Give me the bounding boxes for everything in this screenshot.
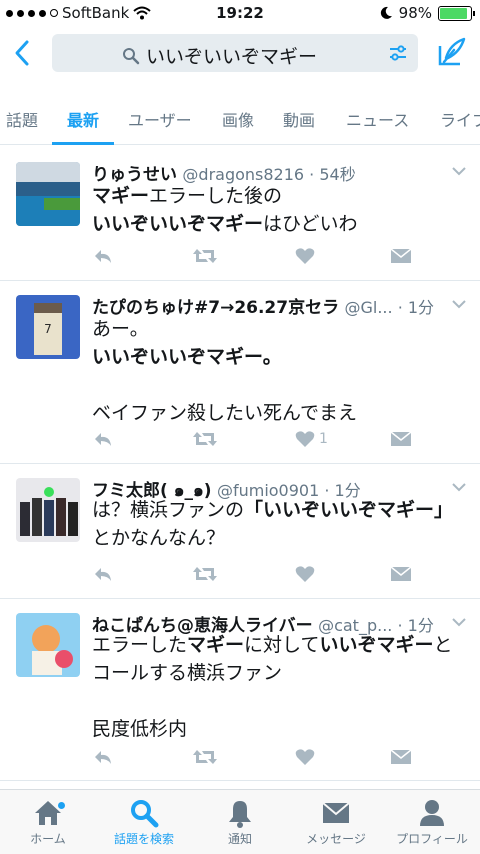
bell-icon (229, 801, 251, 828)
tab-videos[interactable]: 動画 (283, 107, 315, 131)
search-tabs: 話題 最新 ユーザー 画像 動画 ニュース ライブ (0, 96, 480, 145)
status-right: 98% (379, 4, 475, 22)
filter-icon[interactable] (388, 43, 408, 63)
nav-home[interactable]: ホーム (0, 794, 96, 847)
avatar[interactable]: 7 (16, 295, 80, 359)
tab-news[interactable]: ニュース (346, 107, 409, 131)
nav-notifications[interactable]: 通知 (192, 794, 288, 847)
battery-icon (438, 5, 475, 21)
direct-message-icon[interactable] (390, 562, 412, 586)
profile-icon (420, 800, 444, 826)
tweet[interactable]: 7 たぴのちゅけ#7→26.27京セラ @Gl... · 1分 あー。 いいぞい… (0, 281, 480, 464)
timestamp: 1分 (407, 298, 435, 317)
bottom-tab-bar: ホーム 話題を検索 通知 メッセージ プロフィール (0, 789, 480, 854)
reply-icon[interactable] (92, 745, 114, 769)
nav-explore[interactable]: 話題を検索 (96, 794, 192, 847)
tweet-text: エラーしたマギーに対していいぞマギーと コールする横浜ファン 民度低杉内 (92, 634, 453, 740)
compose-tweet-icon[interactable] (436, 36, 468, 68)
tweet-actions: 1 (92, 427, 422, 451)
chevron-down-icon[interactable] (452, 482, 466, 492)
retweet-icon[interactable] (192, 562, 218, 586)
tweet-text: マギーエラーした後の いいぞいいぞマギーはひどいわ (92, 185, 358, 235)
status-bar: SoftBank 19:22 98% (0, 0, 480, 28)
tab-top[interactable]: 話題 (6, 107, 38, 131)
like-icon[interactable] (295, 562, 319, 586)
tab-users[interactable]: ユーザー (128, 107, 192, 131)
chevron-down-icon[interactable] (452, 166, 466, 176)
tweet[interactable]: ねこぱんち@恵海人ライバー @cat_p... · 1分 エラーしたマギーに対し… (0, 599, 480, 781)
tweet-text: は？横浜ファンの「いいぞいいぞマギー」 とかなんなん？ (92, 499, 454, 549)
tab-photos[interactable]: 画像 (222, 107, 254, 131)
back-chevron-icon[interactable] (8, 36, 38, 70)
retweet-icon[interactable] (192, 427, 218, 451)
direct-message-icon[interactable] (390, 427, 412, 451)
search-icon (123, 47, 140, 64)
battery-percent: 98% (398, 4, 432, 22)
chevron-down-icon[interactable] (452, 299, 466, 309)
tweet-text: あー。 いいぞいいぞマギー。 ベイファン殺したい死んでまえ (92, 318, 358, 424)
nav-profile[interactable]: プロフィール (384, 794, 480, 847)
tab-latest[interactable]: 最新 (67, 107, 99, 131)
tweet[interactable]: フミ太郎( ๑_๑) @fumio0901 · 1分 は？横浜ファンの「いいぞい… (0, 464, 480, 599)
envelope-icon (322, 802, 350, 823)
retweet-icon[interactable] (192, 244, 218, 268)
avatar[interactable] (16, 613, 80, 677)
tweet-actions (92, 562, 422, 586)
search-icon (131, 800, 159, 828)
tweet[interactable]: りゅうせい @dragons8216 · 54秒 マギーエラーした後の いいぞい… (0, 146, 480, 281)
like-icon[interactable] (295, 745, 319, 769)
like-icon[interactable] (295, 244, 319, 268)
tab-live[interactable]: ライブ (440, 107, 480, 131)
search-query: いいぞいいぞマギー (146, 46, 318, 68)
like-count: 1 (319, 431, 328, 447)
moon-icon (380, 6, 392, 19)
svg-text:7: 7 (44, 322, 52, 336)
search-field[interactable]: いいぞいいぞマギー (52, 34, 418, 72)
retweet-icon[interactable] (192, 745, 218, 769)
avatar[interactable] (16, 478, 80, 542)
direct-message-icon[interactable] (390, 745, 412, 769)
nav-messages[interactable]: メッセージ (288, 794, 384, 847)
reply-icon[interactable] (92, 244, 114, 268)
search-header: いいぞいいぞマギー (0, 28, 480, 80)
reply-icon[interactable] (92, 562, 114, 586)
tweet-actions (92, 745, 422, 769)
reply-icon[interactable] (92, 427, 114, 451)
active-tab-indicator (52, 142, 114, 145)
chevron-down-icon[interactable] (452, 617, 466, 627)
direct-message-icon[interactable] (390, 244, 412, 268)
tweet-actions (92, 244, 422, 268)
like-icon[interactable]: 1 (295, 427, 328, 451)
unread-dot (58, 802, 65, 809)
avatar[interactable] (16, 162, 80, 226)
